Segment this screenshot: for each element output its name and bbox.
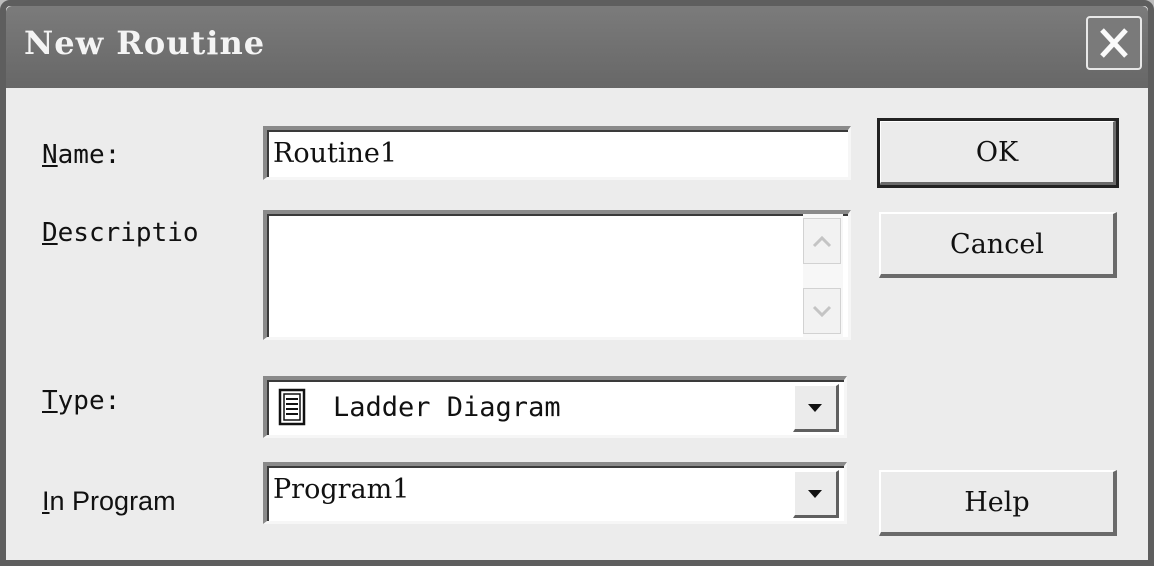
ok-button-label: OK xyxy=(975,136,1019,168)
ladder-diagram-icon xyxy=(278,388,306,426)
name-label: Name: xyxy=(42,140,121,170)
description-scrollbar[interactable] xyxy=(803,214,843,338)
program-dropdown-button[interactable] xyxy=(793,470,839,518)
type-dropdown-button[interactable] xyxy=(793,384,839,432)
program-dropdown-value: Program1 xyxy=(273,474,410,505)
close-button[interactable] xyxy=(1086,16,1142,70)
scroll-down-button[interactable] xyxy=(803,288,841,334)
chevron-down-icon xyxy=(808,404,822,412)
description-label: Descriptio xyxy=(42,218,199,248)
type-dropdown-value: Ladder Diagram xyxy=(333,392,561,423)
type-label: Type: xyxy=(42,386,121,416)
scroll-up-button[interactable] xyxy=(803,218,841,264)
description-field[interactable] xyxy=(263,210,851,340)
help-button-label: Help xyxy=(964,486,1030,518)
dialog-title: New Routine xyxy=(24,24,266,62)
name-field-value: Routine1 xyxy=(273,138,398,169)
close-icon xyxy=(1100,28,1128,58)
type-dropdown[interactable]: Ladder Diagram xyxy=(263,376,847,438)
in-program-label: In Program xyxy=(42,486,176,516)
scroll-up-icon xyxy=(812,235,832,248)
name-field[interactable]: Routine1 xyxy=(263,126,851,180)
cancel-button-label: Cancel xyxy=(950,228,1044,260)
help-button[interactable]: Help xyxy=(879,470,1117,536)
ok-button[interactable]: OK xyxy=(877,118,1119,188)
scroll-down-icon xyxy=(812,305,832,318)
program-dropdown[interactable]: Program1 xyxy=(263,462,847,524)
chevron-down-icon xyxy=(808,490,822,498)
title-bar[interactable]: New Routine xyxy=(6,6,1148,88)
cancel-button[interactable]: Cancel xyxy=(879,212,1117,278)
new-routine-dialog: New Routine Name: Routine1 Descriptio Ty… xyxy=(0,0,1154,566)
